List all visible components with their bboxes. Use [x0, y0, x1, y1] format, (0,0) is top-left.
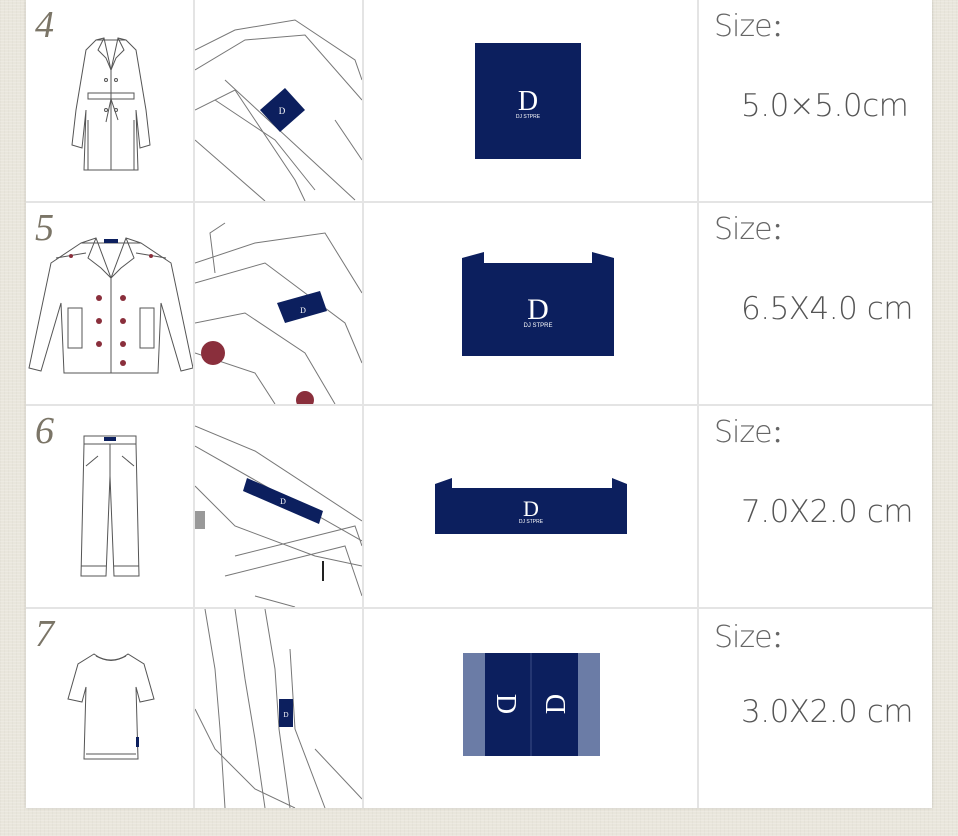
label-cell: D DJ STPRE [364, 0, 697, 201]
row-coat: 4 D D DJ STPRE Size： 5.0×5.0cm [26, 0, 932, 201]
placement-detail-cell: D [195, 609, 362, 808]
size-label: Size： [714, 212, 796, 247]
row-divider [26, 201, 932, 203]
woven-label-folded: D DJ STPRE [462, 252, 614, 356]
size-label: Size： [714, 9, 796, 44]
label-size-sheet: 4 D D DJ STPRE Size： 5.0×5.0cm 5 D D DJ … [26, 0, 932, 808]
brand-text: DJ STPRE [523, 323, 552, 329]
placement-detail-cell: D [195, 203, 362, 404]
placement-detail-cell: D [195, 406, 362, 607]
row-number: 7 [35, 613, 54, 655]
lapel-detail-illustration: D [195, 222, 362, 404]
svg-text:D: D [527, 293, 549, 326]
placement-detail-cell: D [195, 0, 362, 201]
row-jacket: 5 D D DJ STPRE Size： 6.5X4.0 cm [26, 203, 932, 404]
row-divider [26, 404, 932, 406]
woven-label-folded-wide: D DJ STPRE [435, 478, 627, 534]
row-number: 6 [35, 410, 54, 452]
svg-text:D: D [279, 106, 286, 116]
garment-cell: 7 [26, 609, 193, 808]
waistband-detail-illustration: D [195, 425, 362, 607]
row-number: 4 [35, 4, 54, 46]
svg-text:D: D [283, 711, 288, 719]
svg-text:D: D [523, 496, 539, 521]
woven-label-square: D DJ STPRE [475, 43, 581, 159]
size-value: 3.0X2.0 cm [741, 694, 913, 730]
side-seam-detail-illustration: D [195, 609, 362, 808]
row-pants: 6 D D DJ STPRE Size： 7.0X2.0 cm [26, 406, 932, 607]
size-cell: Size： 6.5X4.0 cm [699, 203, 932, 404]
size-value: 7.0X2.0 cm [741, 494, 913, 530]
svg-text:D: D [541, 694, 572, 714]
size-label: Size： [714, 415, 796, 450]
brand-text: DJ STPRE [516, 114, 541, 120]
garment-cell: 4 [26, 0, 193, 201]
row-number: 5 [35, 207, 54, 249]
label-cell: D DJ STPRE [364, 203, 697, 404]
size-value: 5.0×5.0cm [741, 88, 909, 124]
garment-cell: 5 [26, 203, 193, 404]
svg-text:D: D [518, 86, 538, 117]
collar-detail-illustration: D [195, 19, 362, 201]
woven-label-double: D D [463, 653, 600, 756]
row-tshirt: 7 D D D Size： 3.0X2.0 cm [26, 609, 932, 808]
svg-text:D: D [280, 497, 286, 506]
size-label: Size： [714, 620, 796, 655]
size-cell: Size： 3.0X2.0 cm [699, 609, 932, 808]
label-cell: D D [364, 609, 697, 808]
garment-cell: 6 [26, 406, 193, 607]
label-cell: D DJ STPRE [364, 406, 697, 607]
row-divider [26, 607, 932, 609]
svg-text:D: D [300, 306, 306, 315]
svg-text:D: D [490, 694, 521, 714]
size-cell: Size： 7.0X2.0 cm [699, 406, 932, 607]
size-cell: Size： 5.0×5.0cm [699, 0, 932, 201]
size-value: 6.5X4.0 cm [741, 291, 913, 327]
brand-text: DJ STPRE [519, 519, 544, 525]
